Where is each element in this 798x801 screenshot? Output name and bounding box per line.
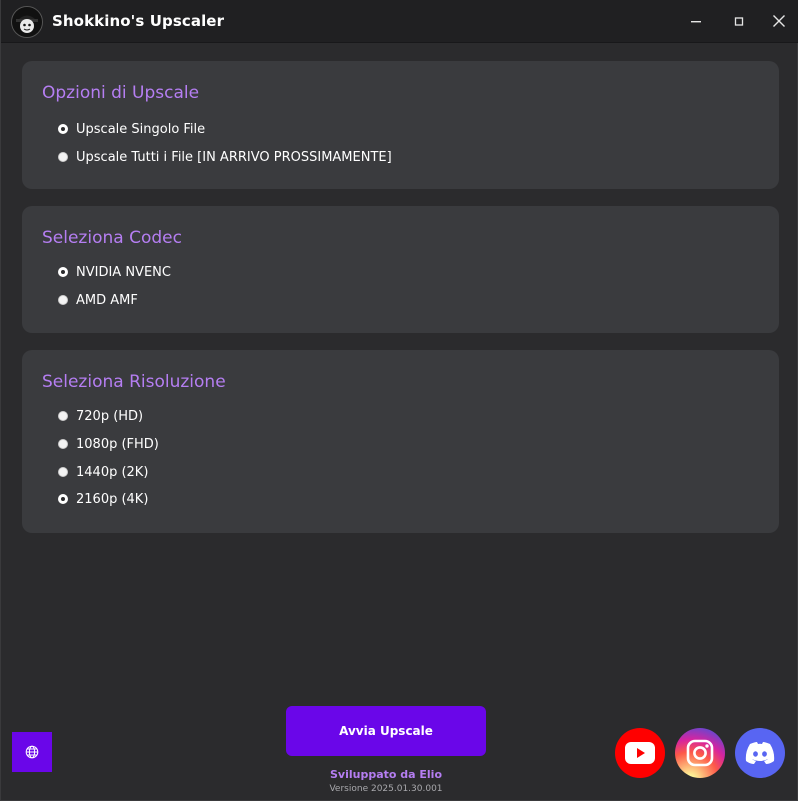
youtube-button[interactable]: [615, 728, 665, 778]
discord-button[interactable]: [735, 728, 785, 778]
radio-resolution-1440p[interactable]: 1440p (2K): [58, 463, 148, 481]
radio-upscale-single-file[interactable]: Upscale Singolo File: [58, 120, 205, 138]
close-icon: [773, 15, 785, 27]
minimize-icon: [691, 21, 701, 23]
radio-unchecked-icon[interactable]: [58, 411, 68, 421]
radio-label: 1080p (FHD): [76, 436, 159, 452]
radio-checked-icon[interactable]: [58, 267, 68, 277]
start-upscale-button[interactable]: Avvia Upscale: [286, 706, 486, 756]
radio-label: Upscale Tutti i File [IN ARRIVO PROSSIMA…: [76, 149, 392, 165]
resolution-title: Seleziona Risoluzione: [42, 372, 226, 392]
app-window: Shokkino's Upscaler Opzioni di Upscale U…: [0, 0, 798, 801]
radio-resolution-2160p[interactable]: 2160p (4K): [58, 490, 148, 508]
radio-label: AMD AMF: [76, 292, 138, 308]
radio-unchecked-icon[interactable]: [58, 295, 68, 305]
maximize-icon: [734, 17, 744, 26]
instagram-icon: [686, 739, 714, 767]
minimize-button[interactable]: [675, 0, 717, 42]
radio-label: 2160p (4K): [76, 491, 149, 507]
globe-icon: [25, 745, 39, 759]
developer-credit: Sviluppato da Elio: [329, 768, 443, 781]
discord-icon: [745, 742, 775, 764]
radio-unchecked-icon[interactable]: [58, 439, 68, 449]
title-bar[interactable]: Shokkino's Upscaler: [1, 0, 798, 43]
codec-title: Seleziona Codec: [42, 228, 182, 248]
app-logo-icon: [11, 6, 43, 38]
radio-resolution-720p[interactable]: 720p (HD): [58, 407, 143, 425]
upscale-options-title: Opzioni di Upscale: [42, 83, 200, 103]
radio-label: 720p (HD): [76, 408, 144, 424]
upscale-options-panel: Opzioni di Upscale Upscale Singolo File …: [22, 61, 779, 189]
radio-codec-amd[interactable]: AMD AMF: [58, 291, 138, 309]
codec-panel: Seleziona Codec NVIDIA NVENC AMD AMF: [22, 206, 779, 333]
maximize-button[interactable]: [718, 0, 760, 42]
version-label: Versione 2025.01.30.001: [329, 784, 443, 794]
radio-checked-icon[interactable]: [58, 124, 68, 134]
window-title: Shokkino's Upscaler: [52, 12, 225, 30]
radio-unchecked-icon[interactable]: [58, 152, 68, 162]
radio-codec-nvidia[interactable]: NVIDIA NVENC: [58, 263, 171, 281]
instagram-button[interactable]: [675, 728, 725, 778]
youtube-icon: [625, 742, 655, 764]
radio-label: 1440p (2K): [76, 464, 149, 480]
radio-checked-icon[interactable]: [58, 494, 68, 504]
close-button[interactable]: [758, 0, 798, 42]
language-button[interactable]: [12, 732, 52, 772]
radio-resolution-1080p[interactable]: 1080p (FHD): [58, 435, 159, 453]
radio-label: Upscale Singolo File: [76, 121, 206, 137]
radio-unchecked-icon[interactable]: [58, 467, 68, 477]
radio-upscale-all-files[interactable]: Upscale Tutti i File [IN ARRIVO PROSSIMA…: [58, 148, 392, 166]
radio-label: NVIDIA NVENC: [76, 264, 171, 280]
resolution-panel: Seleziona Risoluzione 720p (HD) 1080p (F…: [22, 350, 779, 533]
